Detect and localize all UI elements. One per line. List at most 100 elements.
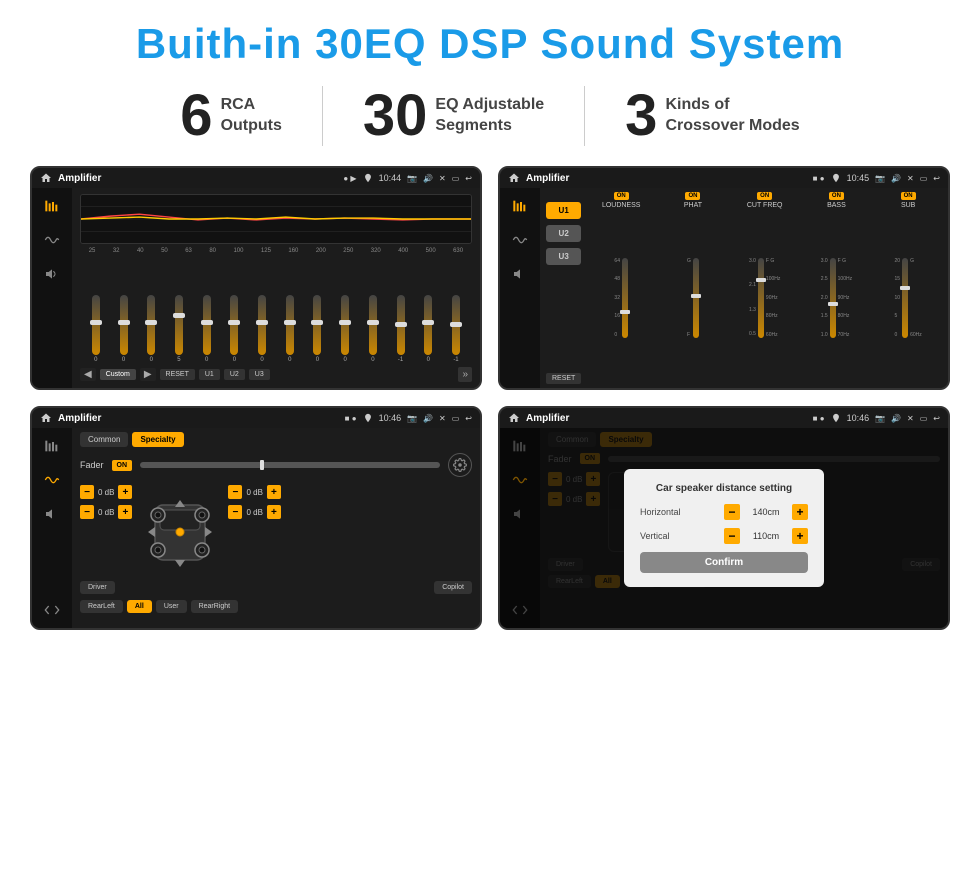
fader-volume-icon: 🔊 <box>423 414 433 423</box>
stat-eq-label1: EQ Adjustable <box>435 95 544 116</box>
confirm-button[interactable]: Confirm <box>640 552 808 573</box>
fader-sidebar <box>32 428 72 628</box>
dialog-screen-card: Amplifier ■ ● 10:46 📷 🔊 ✕ ▭ ↩ <box>498 406 950 630</box>
fader-back-icon[interactable]: ↩ <box>465 414 472 423</box>
fader-rb-plus[interactable]: + <box>267 505 281 519</box>
loudness-slider[interactable] <box>622 258 628 338</box>
bass-on-badge[interactable]: ON <box>829 192 844 200</box>
preset-u1-btn[interactable]: U1 <box>546 202 581 219</box>
eq-sidebar-speaker[interactable] <box>40 264 64 284</box>
eq-slider-8: 0 <box>313 295 321 363</box>
phat-on-badge[interactable]: ON <box>685 192 700 200</box>
fader-car-layout: − 0 dB + − 0 dB + <box>80 485 472 575</box>
fader-tab-common[interactable]: Common <box>80 432 128 447</box>
crossover-sidebar <box>500 188 540 388</box>
crossover-sidebar-eq[interactable] <box>508 196 532 216</box>
crossover-screen-content: U1 U2 U3 RESET ON LOUDNESS <box>500 188 948 388</box>
dialog-horizontal-row: Horizontal − 140cm + <box>640 504 808 520</box>
crossover-location-icon <box>831 173 841 183</box>
crossover-sidebar-speaker[interactable] <box>508 264 532 284</box>
horizontal-value: 140cm <box>746 507 786 517</box>
fader-bottom-buttons-2: RearLeft All User RearRight <box>80 600 472 613</box>
crossover-back-icon[interactable]: ↩ <box>933 174 940 183</box>
fader-rb-minus[interactable]: − <box>228 505 242 519</box>
fader-rt-minus[interactable]: − <box>228 485 242 499</box>
cutfreq-slider[interactable] <box>758 258 764 338</box>
crossover-volume-icon: 🔊 <box>891 174 901 183</box>
dialog-app-name: Amplifier <box>526 413 807 424</box>
dialog-screen-content: Common Specialty Fader ON − 0 dB <box>500 428 948 628</box>
sub-on-badge[interactable]: ON <box>901 192 916 200</box>
eq-u3-btn[interactable]: U3 <box>249 369 270 380</box>
fader-sidebar-wave[interactable] <box>40 470 64 490</box>
speaker-distance-dialog: Car speaker distance setting Horizontal … <box>624 469 824 587</box>
dialog-time: 10:46 <box>847 413 870 423</box>
eq-slider-0: 0 <box>92 295 100 363</box>
fader-btn-driver[interactable]: Driver <box>80 581 115 594</box>
fader-sidebar-eq[interactable] <box>40 436 64 456</box>
crossover-sidebar-wave[interactable] <box>508 230 532 250</box>
stat-eq-label2: Segments <box>435 116 544 137</box>
dialog-vertical-ctrl: − 110cm + <box>724 528 808 544</box>
eq-reset-btn[interactable]: RESET <box>160 369 195 380</box>
phat-label: PHAT <box>684 202 702 209</box>
fader-app-name: Amplifier <box>58 413 339 424</box>
eq-u1-btn[interactable]: U1 <box>199 369 220 380</box>
stat-crossover-label2: Crossover Modes <box>665 116 799 137</box>
home-icon <box>40 172 52 184</box>
eq-sidebar-equalizer[interactable] <box>40 196 64 216</box>
eq-custom-btn[interactable]: Custom <box>100 369 136 380</box>
eq-slider-5: 0 <box>230 295 238 363</box>
fader-slider-h[interactable] <box>140 462 440 468</box>
dialog-home-icon <box>508 412 520 424</box>
fader-rt-plus[interactable]: + <box>267 485 281 499</box>
eq-next-btn[interactable]: ▶ <box>140 368 156 381</box>
eq-sliders-row: 0 0 0 5 <box>80 258 472 363</box>
fader-sidebar-speaker[interactable] <box>40 504 64 524</box>
bass-slider[interactable] <box>830 258 836 338</box>
fader-tab-specialty[interactable]: Specialty <box>132 432 183 447</box>
eq-expand-btn[interactable]: » <box>458 367 472 382</box>
eq-main-area: 253240506380100125160200250320400500630 … <box>72 188 480 388</box>
vertical-plus-btn[interactable]: + <box>792 528 808 544</box>
vertical-minus-btn[interactable]: − <box>724 528 740 544</box>
fader-lt-minus[interactable]: − <box>80 485 94 499</box>
crossover-reset-btn[interactable]: RESET <box>546 373 581 384</box>
eq-back-icon[interactable]: ↩ <box>465 174 472 183</box>
crossover-home-icon <box>508 172 520 184</box>
horizontal-minus-btn[interactable]: − <box>724 504 740 520</box>
fader-lb-plus[interactable]: + <box>118 505 132 519</box>
fader-lb-minus[interactable]: − <box>80 505 94 519</box>
fader-btn-user[interactable]: User <box>156 600 187 613</box>
horizontal-plus-btn[interactable]: + <box>792 504 808 520</box>
stat-crossover-label1: Kinds of <box>665 95 799 116</box>
sub-slider[interactable] <box>902 258 908 338</box>
dialog-camera-icon: 📷 <box>875 414 885 423</box>
preset-u2-btn[interactable]: U2 <box>546 225 581 242</box>
phat-slider[interactable] <box>693 258 699 338</box>
preset-u3-btn[interactable]: U3 <box>546 248 581 265</box>
dialog-back-icon[interactable]: ↩ <box>933 414 940 423</box>
fader-settings-icon[interactable] <box>448 453 472 477</box>
channel-phat: ON PHAT GF <box>659 192 727 384</box>
channel-loudness: ON LOUDNESS 644832160 <box>587 192 655 384</box>
eq-prev-btn[interactable]: ◀ <box>80 368 96 381</box>
fader-btn-rearright[interactable]: RearRight <box>191 600 239 613</box>
crossover-app-name: Amplifier <box>526 173 807 184</box>
fader-btn-all[interactable]: All <box>127 600 152 613</box>
eq-sidebar-wave[interactable] <box>40 230 64 250</box>
fader-btn-copilot[interactable]: Copilot <box>434 581 472 594</box>
fader-camera-icon: 📷 <box>407 414 417 423</box>
loudness-on-badge[interactable]: ON <box>614 192 629 200</box>
fader-btn-rearleft[interactable]: RearLeft <box>80 600 123 613</box>
fader-bottom-buttons: Driver Copilot <box>80 581 472 594</box>
fader-sidebar-arrows[interactable] <box>40 600 64 620</box>
fader-lt-plus[interactable]: + <box>118 485 132 499</box>
dialog-horizontal-label: Horizontal <box>640 507 681 517</box>
crossover-win-icon: ▭ <box>920 174 928 183</box>
eq-camera-icon: 📷 <box>407 174 417 183</box>
cutfreq-on-badge[interactable]: ON <box>757 192 772 200</box>
fader-on-switch[interactable]: ON <box>112 460 133 471</box>
eq-screen-content: 253240506380100125160200250320400500630 … <box>32 188 480 388</box>
eq-u2-btn[interactable]: U2 <box>224 369 245 380</box>
